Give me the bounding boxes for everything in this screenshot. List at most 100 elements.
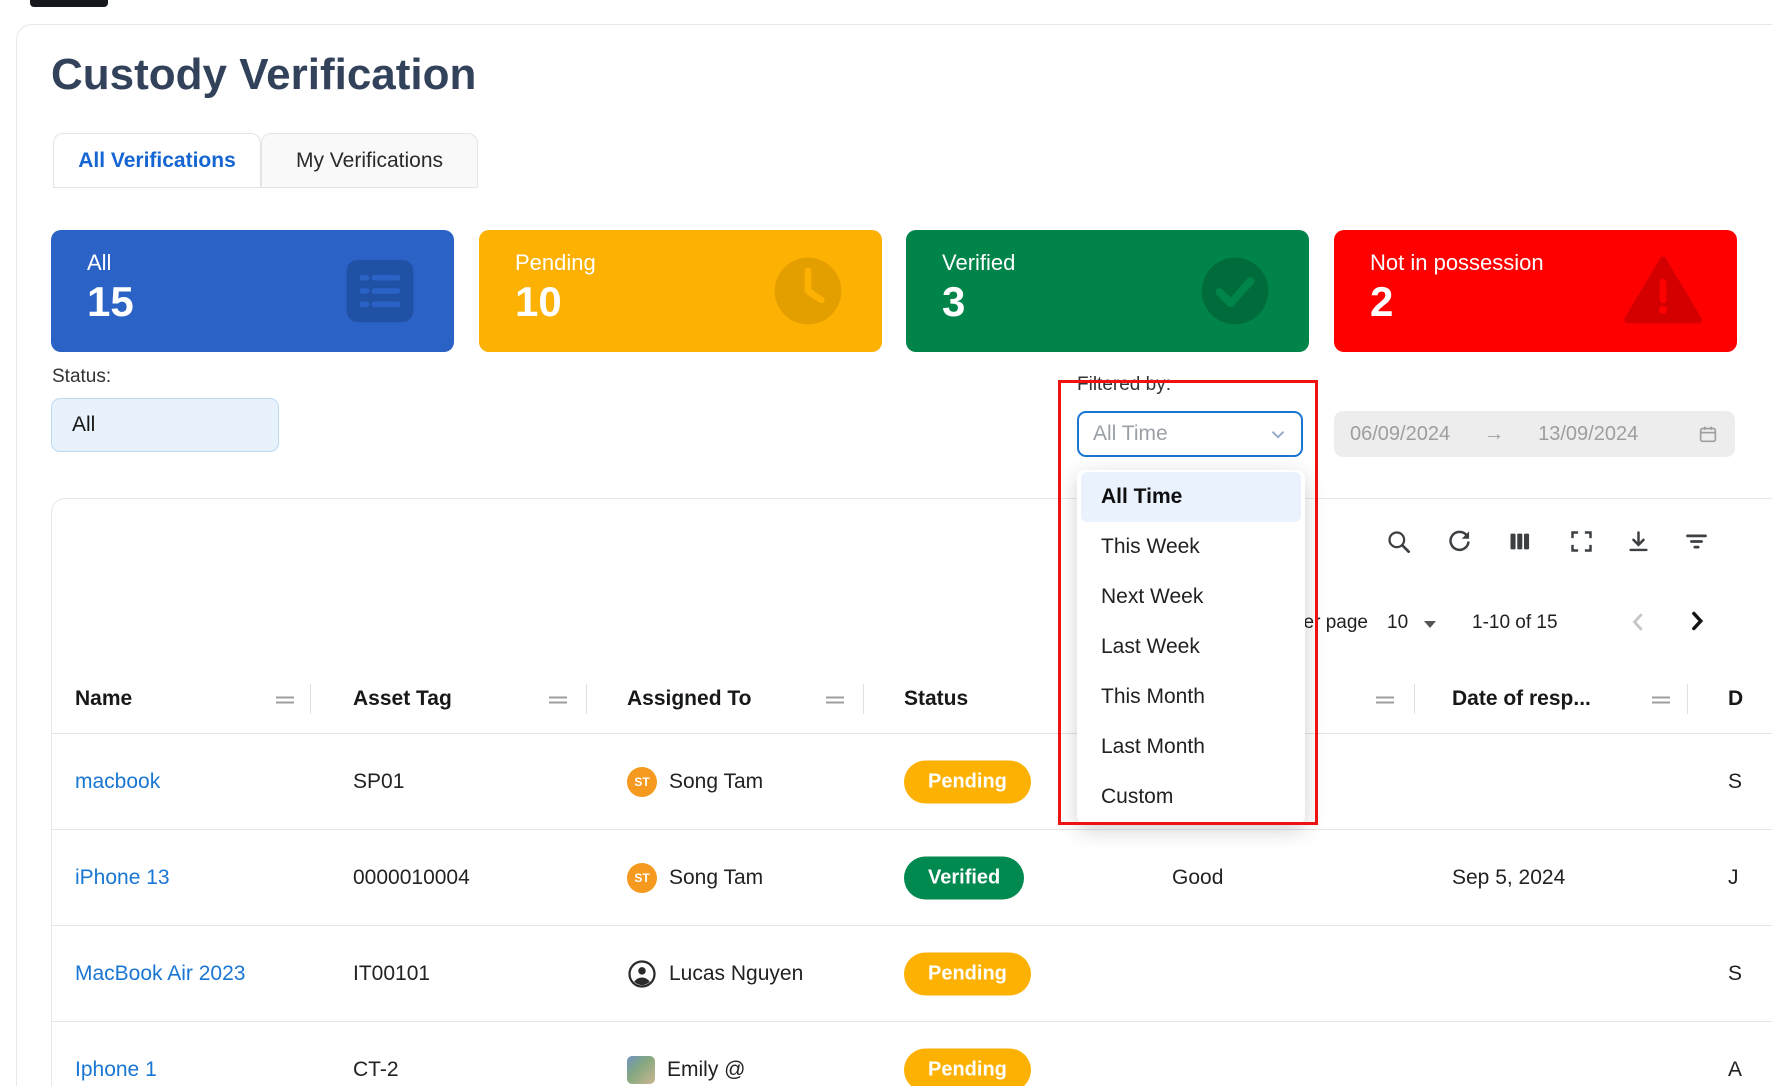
clock-icon <box>768 251 848 331</box>
column-divider <box>310 684 311 714</box>
date-to-value: 13/09/2024 <box>1538 423 1638 446</box>
asset-name-link[interactable]: Iphone 1 <box>75 1058 157 1082</box>
status-cell: Pending <box>904 952 1031 995</box>
list-icon <box>340 251 420 331</box>
photo-avatar <box>627 1056 655 1084</box>
tab-my-verifications[interactable]: My Verifications <box>261 133 478 188</box>
check-circle-icon <box>1195 251 1275 331</box>
column-resize-handle-icon[interactable] <box>824 693 846 705</box>
truncated-cell: J <box>1728 866 1739 890</box>
menu-item-last-month[interactable]: Last Month <box>1077 722 1305 772</box>
table-row: macbook SP01 ST Song Tam Pending S <box>52 734 1772 830</box>
stat-card-verified[interactable]: Verified 3 <box>906 230 1309 352</box>
warning-triangle-icon <box>1623 251 1703 331</box>
asset-tag-cell: CT-2 <box>353 1058 399 1082</box>
status-badge: Pending <box>904 760 1031 803</box>
column-header-truncated[interactable]: D <box>1728 687 1743 711</box>
assigned-to-cell: Lucas Nguyen <box>627 959 803 989</box>
menu-item-this-month[interactable]: This Month <box>1077 672 1305 722</box>
column-resize-handle-icon[interactable] <box>1650 693 1672 705</box>
assigned-to-cell: Emily @ <box>627 1056 745 1084</box>
assigned-to-name: Emily @ <box>667 1058 745 1082</box>
truncated-cell: S <box>1728 962 1742 986</box>
stat-value: 15 <box>87 278 134 326</box>
asset-name-link[interactable]: MacBook Air 2023 <box>75 962 245 986</box>
column-divider <box>586 684 587 714</box>
column-header-name[interactable]: Name <box>75 687 132 711</box>
refresh-icon[interactable] <box>1446 528 1473 555</box>
table-row: MacBook Air 2023 IT00101 Lucas Nguyen Pe… <box>52 926 1772 1022</box>
chevron-down-icon <box>1267 423 1289 445</box>
page-size-select[interactable]: 10 <box>1387 612 1408 634</box>
column-resize-handle-icon[interactable] <box>274 693 296 705</box>
filter-dropdown-menu: All Time This Week Next Week Last Week T… <box>1077 470 1305 824</box>
truncated-cell: S <box>1728 770 1742 794</box>
assigned-to-cell: ST Song Tam <box>627 767 763 797</box>
status-filter-select[interactable]: All <box>51 398 279 452</box>
avatar: ST <box>627 767 657 797</box>
stat-value: 10 <box>515 278 562 326</box>
stat-card-all[interactable]: All 15 <box>51 230 454 352</box>
column-header-assigned-to[interactable]: Assigned To <box>627 687 751 711</box>
truncated-cell: A <box>1728 1058 1742 1082</box>
asset-tag-cell: 0000010004 <box>353 866 470 890</box>
stat-label: Not in possession <box>1370 250 1544 276</box>
status-badge: Pending <box>904 952 1031 995</box>
menu-item-next-week[interactable]: Next Week <box>1077 572 1305 622</box>
column-header-status[interactable]: Status <box>904 687 968 711</box>
filtered-by-value: All Time <box>1093 422 1168 446</box>
menu-item-last-week[interactable]: Last Week <box>1077 622 1305 672</box>
columns-icon[interactable] <box>1506 528 1533 555</box>
menu-item-this-week[interactable]: This Week <box>1077 522 1305 572</box>
stat-card-not-in-possession[interactable]: Not in possession 2 <box>1334 230 1737 352</box>
asset-name-link[interactable]: macbook <box>75 770 160 794</box>
column-header-asset-tag[interactable]: Asset Tag <box>353 687 452 711</box>
assigned-to-name: Lucas Nguyen <box>669 962 803 986</box>
person-icon <box>627 959 657 989</box>
column-resize-handle-icon[interactable] <box>547 693 569 705</box>
stat-value: 2 <box>1370 278 1393 326</box>
calendar-icon <box>1697 423 1719 445</box>
assigned-to-name: Song Tam <box>669 866 763 890</box>
avatar: ST <box>627 863 657 893</box>
menu-item-custom[interactable]: Custom <box>1077 772 1305 822</box>
filtered-by-label: Filtered by: <box>1077 374 1171 396</box>
custody-verification-page: Custody Verification All Verifications M… <box>0 0 1772 1086</box>
date-of-response-cell: Sep 5, 2024 <box>1452 866 1565 890</box>
screen-edge-artifact <box>30 0 108 7</box>
column-header-date-of-response[interactable]: Date of resp... <box>1452 687 1591 711</box>
asset-tag-cell: IT00101 <box>353 962 430 986</box>
page-size-caret-icon[interactable] <box>1424 621 1436 628</box>
status-filter-value: All <box>72 413 95 437</box>
table-header-row: Name Asset Tag Assigned To Status Date o… <box>52 664 1772 734</box>
asset-name-link[interactable]: iPhone 13 <box>75 866 170 890</box>
menu-item-all-time[interactable]: All Time <box>1081 472 1301 522</box>
assigned-to-name: Song Tam <box>669 770 763 794</box>
status-cell: Pending <box>904 1048 1031 1086</box>
download-icon[interactable] <box>1625 528 1652 555</box>
column-resize-handle-icon[interactable] <box>1374 693 1396 705</box>
filtered-by-select[interactable]: All Time <box>1077 411 1303 457</box>
status-filter-label: Status: <box>52 366 111 388</box>
table-row: Iphone 1 CT-2 Emily @ Pending A <box>52 1022 1772 1086</box>
stat-value: 3 <box>942 278 965 326</box>
page-title: Custody Verification <box>51 50 476 100</box>
condition-cell: Good <box>1172 866 1223 890</box>
status-cell: Verified <box>904 856 1024 899</box>
table-row: iPhone 13 0000010004 ST Song Tam Verifie… <box>52 830 1772 926</box>
status-cell: Pending <box>904 760 1031 803</box>
search-icon[interactable] <box>1385 528 1412 555</box>
fullscreen-icon[interactable] <box>1568 528 1595 555</box>
filter-icon[interactable] <box>1683 528 1710 555</box>
previous-page-icon[interactable] <box>1624 608 1652 636</box>
tab-all-verifications[interactable]: All Verifications <box>53 133 261 188</box>
next-page-icon[interactable] <box>1682 606 1712 636</box>
stat-label: All <box>87 250 111 276</box>
asset-tag-cell: SP01 <box>353 770 404 794</box>
stat-label: Verified <box>942 250 1015 276</box>
date-range-arrow: → <box>1484 423 1504 446</box>
column-divider <box>863 684 864 714</box>
stat-card-pending[interactable]: Pending 10 <box>479 230 882 352</box>
date-range-picker[interactable]: 06/09/2024 → 13/09/2024 <box>1334 411 1735 457</box>
stat-label: Pending <box>515 250 596 276</box>
